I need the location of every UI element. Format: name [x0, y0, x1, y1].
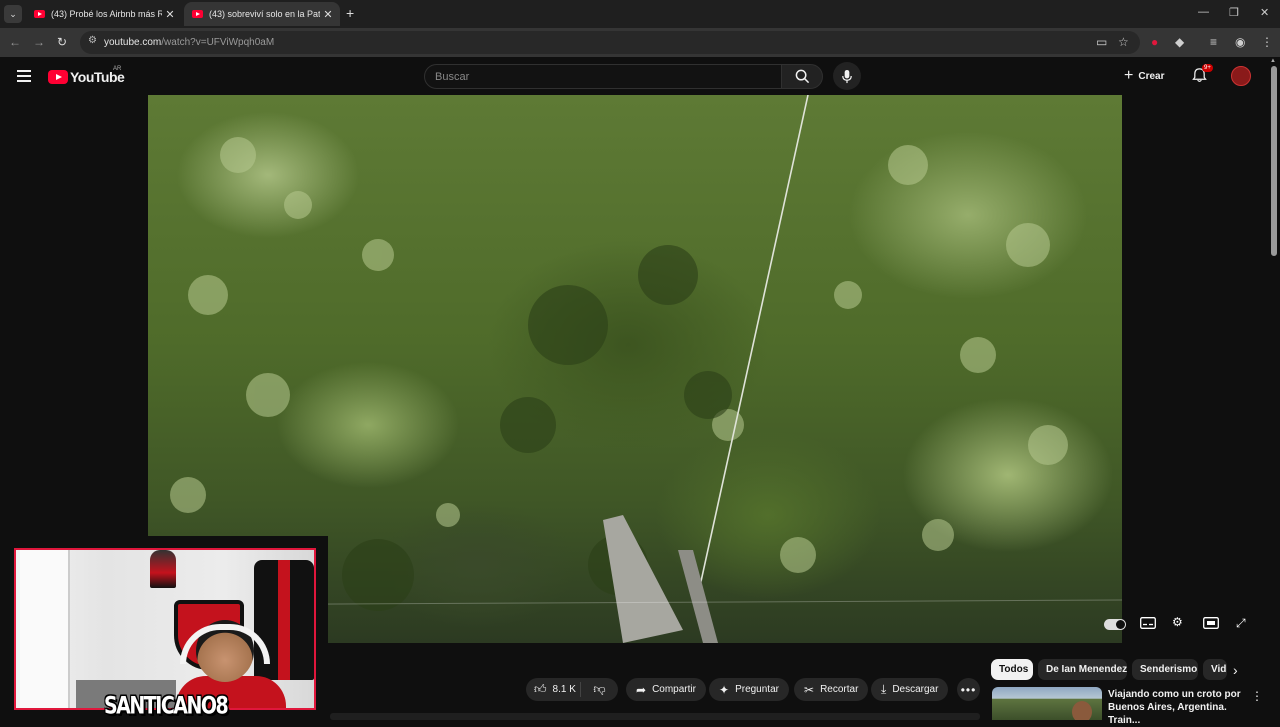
- like-button[interactable]: 👍︎ 8.1 K: [526, 682, 581, 697]
- plus-icon: +: [1124, 67, 1134, 84]
- description-box-edge: [330, 713, 980, 720]
- microphone-icon: [842, 69, 852, 83]
- address-bar[interactable]: ⚙ youtube.com/watch?v=UFViWpqh0aM: [80, 31, 1140, 54]
- search-icon: [795, 69, 809, 84]
- webcam-frame: [14, 548, 316, 710]
- more-actions-icon[interactable]: •••: [957, 678, 980, 701]
- webcam-jersey-decoration: [150, 550, 176, 588]
- dislike-button[interactable]: 👎︎: [581, 682, 618, 697]
- streamer-name: SANTICANO8: [104, 692, 229, 720]
- country-code: AR: [113, 66, 122, 72]
- recommended-video-title[interactable]: Viajando como un croto por Buenos Aires,…: [1108, 688, 1248, 727]
- notifications-button[interactable]: 9+: [1192, 64, 1213, 88]
- thumbs-down-icon: 👎︎: [593, 682, 606, 696]
- minimize-icon[interactable]: —: [1198, 6, 1209, 18]
- webcam-background-door: [20, 550, 70, 708]
- download-button[interactable]: ⤓ Descargar: [871, 678, 949, 701]
- extensions-puzzle-icon[interactable]: ◆: [1175, 35, 1184, 49]
- chip-todos[interactable]: Todos: [991, 659, 1033, 680]
- forward-arrow-icon[interactable]: →: [33, 35, 45, 49]
- chip-senderismo[interactable]: Senderismo: [1132, 659, 1198, 680]
- chevron-right-icon[interactable]: ›: [1233, 662, 1238, 678]
- search-input[interactable]: [435, 71, 755, 83]
- clip-button[interactable]: ✂ Recortar: [794, 678, 869, 701]
- scissors-icon: ✂: [804, 682, 815, 697]
- url-text[interactable]: youtube.com/watch?v=UFViWpqh0aM: [104, 37, 274, 48]
- restore-icon[interactable]: ❐: [1229, 6, 1239, 19]
- video-menu-icon[interactable]: ⋮: [1251, 689, 1263, 703]
- chip-channel[interactable]: De Ian Menendez: [1038, 659, 1127, 680]
- search-button[interactable]: [781, 64, 823, 89]
- tab-close-icon[interactable]: ✕: [320, 8, 336, 21]
- share-arrow-icon: ➦: [636, 682, 647, 697]
- window-close-icon[interactable]: ✕: [1260, 6, 1269, 19]
- extension-icon[interactable]: ●: [1151, 35, 1158, 49]
- autoplay-toggle[interactable]: [1104, 619, 1126, 630]
- settings-gear-icon[interactable]: ⚙: [1172, 615, 1183, 629]
- page-scrollbar[interactable]: [1271, 66, 1277, 256]
- notification-count-badge: 9+: [1202, 64, 1213, 72]
- account-avatar[interactable]: [1231, 66, 1251, 86]
- create-button[interactable]: + Crear: [1124, 66, 1164, 86]
- youtube-play-icon: [48, 70, 68, 84]
- subtitles-icon[interactable]: [1140, 617, 1156, 632]
- search-box: [424, 64, 782, 89]
- youtube-masthead: YouTube AR + Crear 9+: [0, 57, 1280, 95]
- install-app-icon[interactable]: ▭: [1096, 35, 1107, 49]
- miniplayer-icon[interactable]: [1203, 617, 1219, 632]
- recommended-video-thumbnail[interactable]: [992, 687, 1102, 720]
- hamburger-menu-icon[interactable]: [17, 70, 31, 82]
- voice-search-button[interactable]: [833, 62, 861, 90]
- share-button[interactable]: ➦ Compartir: [626, 678, 706, 701]
- bookmark-star-icon[interactable]: ☆: [1118, 35, 1129, 49]
- tab-close-icon[interactable]: ✕: [162, 8, 178, 21]
- browser-tab-strip: ⌄ (43) Probé los Airbnb más Raros ✕ (43)…: [0, 0, 1280, 28]
- fullscreen-icon[interactable]: ⤢: [1236, 616, 1246, 631]
- site-info-icon[interactable]: ⚙: [88, 35, 97, 46]
- youtube-logo[interactable]: YouTube AR: [48, 66, 125, 85]
- browser-menu-icon[interactable]: ⋮: [1261, 35, 1273, 49]
- browser-tab-active[interactable]: (43) sobreviví solo en la Patagonia ✕: [184, 2, 340, 26]
- tab-search-dropdown-icon[interactable]: ⌄: [4, 5, 22, 23]
- new-tab-plus-icon[interactable]: +: [346, 5, 354, 21]
- scroll-up-arrow-icon[interactable]: ▲: [1270, 58, 1276, 64]
- thumbs-up-icon: 👍︎: [534, 682, 547, 696]
- profile-icon[interactable]: ◉: [1235, 35, 1245, 49]
- like-count: 8.1 K: [552, 684, 576, 695]
- browser-toolbar: ← → ↻ ⚙ youtube.com/watch?v=UFViWpqh0aM …: [0, 28, 1280, 57]
- media-controls-icon[interactable]: ≡: [1210, 35, 1217, 49]
- tab-title: (43) sobreviví solo en la Patagonia: [209, 9, 320, 19]
- sparkle-icon: ✦: [719, 682, 730, 697]
- youtube-favicon-icon: [192, 10, 203, 18]
- like-dislike-group: 👍︎ 8.1 K 👎︎: [526, 678, 618, 701]
- back-arrow-icon[interactable]: ←: [9, 35, 21, 49]
- youtube-favicon-icon: [34, 10, 45, 18]
- ask-button[interactable]: ✦ Preguntar: [709, 678, 789, 701]
- download-icon: ⤓: [881, 682, 887, 696]
- browser-tab[interactable]: (43) Probé los Airbnb más Raros ✕: [26, 2, 182, 26]
- reload-icon[interactable]: ↻: [57, 35, 67, 49]
- tab-title: (43) Probé los Airbnb más Raros: [51, 9, 162, 19]
- chip-videos[interactable]: Vid: [1203, 659, 1227, 680]
